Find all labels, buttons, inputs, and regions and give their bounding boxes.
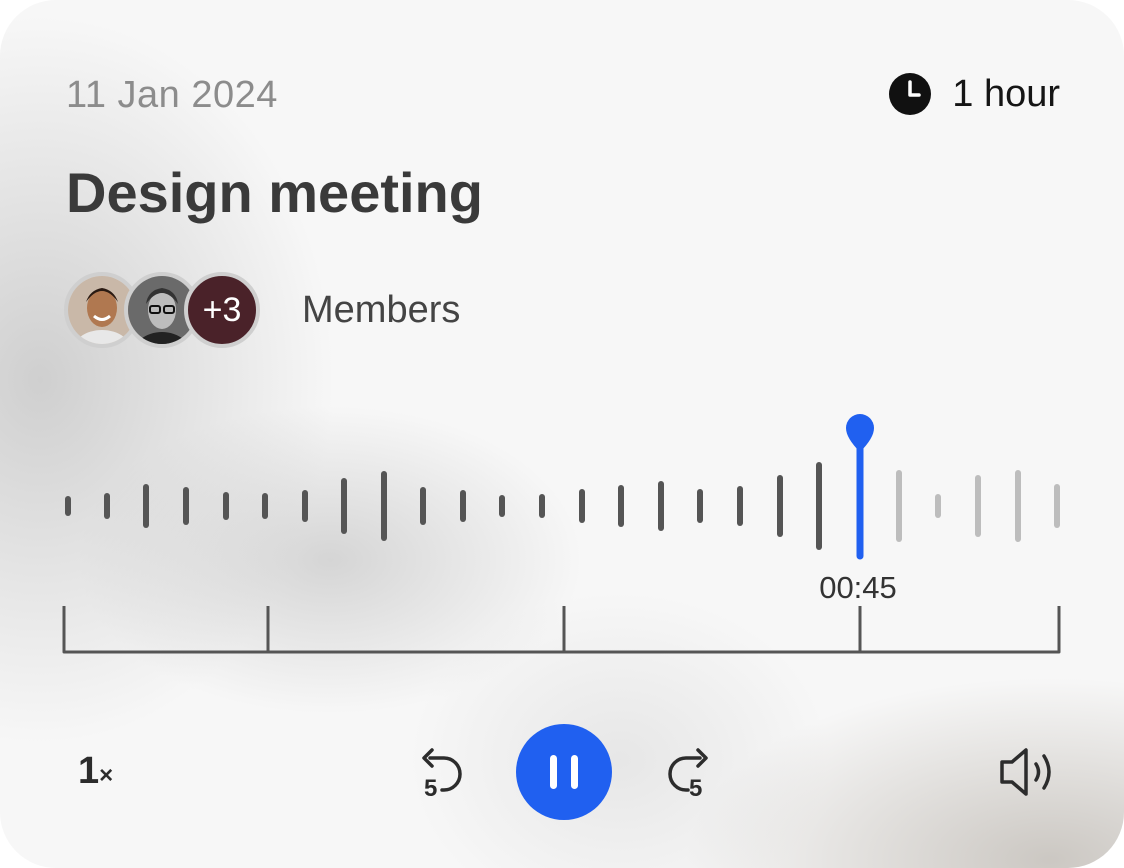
timeline-scale[interactable] bbox=[0, 596, 1124, 666]
pause-icon bbox=[550, 755, 557, 789]
meeting-title: Design meeting bbox=[66, 161, 483, 224]
members-group[interactable]: +3 Members bbox=[64, 272, 460, 348]
meeting-duration: 1 hour bbox=[888, 72, 1060, 116]
skip-back-seconds: 5 bbox=[424, 775, 437, 802]
duration-text: 1 hour bbox=[952, 72, 1060, 115]
playback-speed-button[interactable]: 1× bbox=[78, 750, 113, 793]
pause-button[interactable] bbox=[516, 724, 612, 820]
playhead[interactable] bbox=[846, 414, 874, 560]
members-label: Members bbox=[302, 288, 461, 331]
forward-5-icon[interactable]: 5 bbox=[662, 742, 722, 802]
more-members-badge[interactable]: +3 bbox=[184, 272, 260, 348]
rewind-5-icon[interactable]: 5 bbox=[408, 742, 468, 802]
waveform[interactable]: 00:45 bbox=[0, 400, 1124, 600]
meeting-date: 11 Jan 2024 bbox=[66, 74, 278, 116]
clock-icon bbox=[889, 73, 932, 115]
pause-icon bbox=[571, 755, 578, 789]
speed-value: 1 bbox=[78, 750, 100, 792]
speed-suffix: × bbox=[99, 762, 114, 789]
speaker-icon[interactable] bbox=[996, 744, 1060, 800]
skip-forward-seconds: 5 bbox=[689, 775, 702, 802]
audio-player-card: 11 Jan 2024 1 hour Design meeting +3 Mem… bbox=[0, 0, 1124, 868]
playhead-handle[interactable] bbox=[846, 414, 874, 452]
player-controls: 1× 5 5 bbox=[0, 720, 1124, 820]
